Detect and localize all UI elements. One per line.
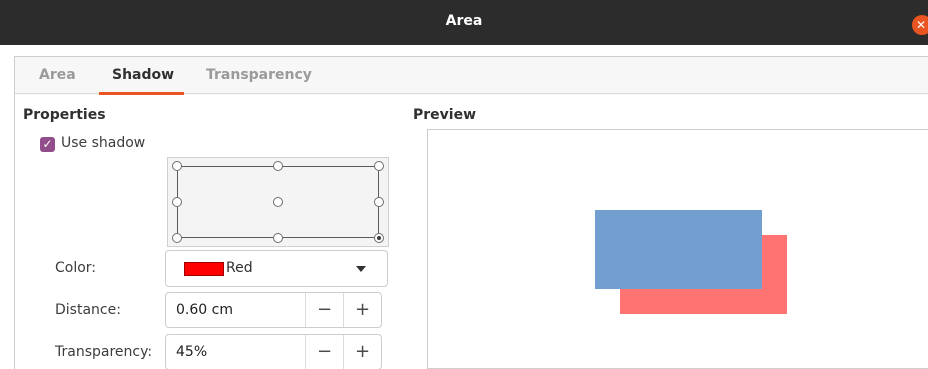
transparency-label: Transparency: (55, 344, 153, 360)
tab-area[interactable]: Area (39, 67, 76, 83)
transparency-decrement-button[interactable]: − (305, 335, 343, 369)
preview-object-shape (595, 210, 762, 289)
use-shadow-label[interactable]: Use shadow (61, 135, 145, 151)
color-value: Red (226, 260, 253, 276)
transparency-value[interactable]: 45% (176, 344, 207, 360)
properties-heading: Properties (23, 107, 106, 123)
distance-increment-button[interactable]: + (343, 293, 381, 327)
close-icon[interactable]: ✕ (912, 15, 928, 35)
use-shadow-checkbox[interactable]: ✓ (40, 137, 55, 152)
shadow-position-grid (167, 157, 389, 247)
color-swatch (184, 262, 224, 276)
tab-transparency[interactable]: Transparency (206, 67, 312, 83)
position-center[interactable] (273, 197, 283, 207)
chevron-down-icon (356, 266, 366, 272)
window-title: Area (445, 13, 483, 29)
distance-label: Distance: (55, 302, 121, 318)
distance-spinbox[interactable]: 0.60 cm − + (165, 292, 382, 328)
position-top-left[interactable] (172, 161, 182, 171)
transparency-increment-button[interactable]: + (343, 335, 381, 369)
color-label: Color: (55, 260, 97, 276)
tab-shadow[interactable]: Shadow (112, 67, 174, 83)
distance-decrement-button[interactable]: − (305, 293, 343, 327)
title-bar: Area ✕ (0, 0, 928, 45)
preview-heading: Preview (413, 107, 477, 123)
dialog-content: Area Shadow Transparency Properties ✓ Us… (14, 56, 928, 369)
tab-bar: Area Shadow Transparency (15, 57, 928, 95)
distance-value[interactable]: 0.60 cm (176, 302, 233, 318)
position-top-center[interactable] (273, 161, 283, 171)
position-bottom-left[interactable] (172, 233, 182, 243)
position-middle-left[interactable] (172, 197, 182, 207)
position-bottom-center[interactable] (273, 233, 283, 243)
transparency-spinbox[interactable]: 45% − + (165, 334, 382, 369)
position-top-right[interactable] (374, 161, 384, 171)
position-bottom-right[interactable] (374, 233, 384, 243)
position-middle-right[interactable] (374, 197, 384, 207)
preview-canvas (427, 129, 928, 369)
color-dropdown[interactable]: Red (165, 250, 388, 287)
